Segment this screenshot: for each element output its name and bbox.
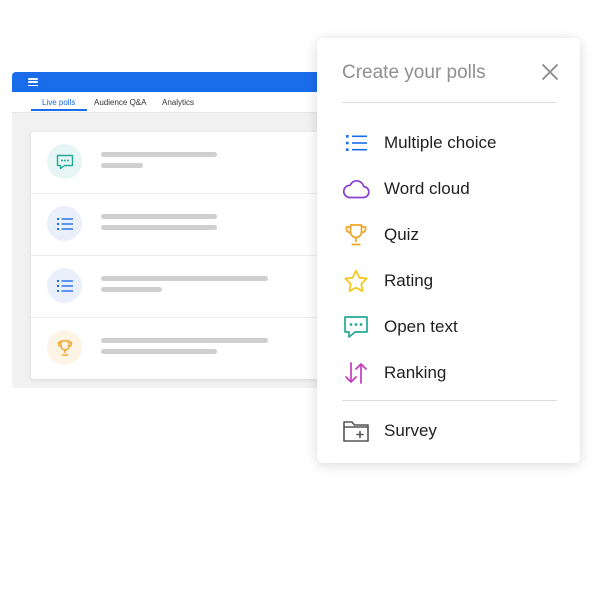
list-icon — [47, 268, 82, 303]
poll-row[interactable] — [31, 318, 342, 379]
placeholder-line — [101, 276, 268, 281]
poll-list — [31, 132, 342, 379]
menu-item-ranking[interactable]: Ranking — [342, 358, 557, 388]
placeholder-line — [101, 338, 268, 343]
folder-plus-icon — [342, 419, 370, 443]
menu-item-label: Quiz — [384, 225, 419, 244]
list-icon — [47, 206, 82, 241]
hamburger-menu-icon[interactable] — [28, 78, 38, 87]
menu-item-open-text[interactable]: Open text — [342, 312, 557, 342]
menu-item-label: Open text — [384, 317, 458, 336]
panel-title: Create your polls — [342, 62, 486, 83]
menu-item-multiple-choice[interactable]: Multiple choice — [342, 128, 557, 158]
app-tabs: Live polls Audience Q&A Analytics — [12, 92, 342, 113]
app-topbar — [12, 72, 342, 92]
stage: Live polls Audience Q&A Analytics Create… — [0, 0, 593, 592]
close-button[interactable] — [539, 61, 561, 83]
menu-item-word-cloud[interactable]: Word cloud — [342, 174, 557, 204]
placeholder-line — [101, 163, 143, 168]
poll-row[interactable] — [31, 132, 342, 194]
tab-analytics[interactable]: Analytics — [162, 98, 194, 108]
poll-row[interactable] — [31, 194, 342, 256]
menu-item-quiz[interactable]: Quiz — [342, 220, 557, 250]
trophy-icon — [342, 223, 370, 247]
tab-live-polls[interactable]: Live polls — [42, 98, 75, 108]
cloud-icon — [342, 177, 370, 201]
tab-audience-qa[interactable]: Audience Q&A — [94, 98, 146, 108]
menu-item-label: Multiple choice — [384, 133, 497, 152]
speech-bubble-icon — [47, 144, 82, 179]
menu-item-label: Ranking — [384, 363, 447, 382]
menu-item-label: Word cloud — [384, 179, 470, 198]
list-icon — [342, 131, 370, 155]
active-tab-indicator — [31, 109, 87, 111]
menu-item-label: Rating — [384, 271, 434, 290]
placeholder-line — [101, 152, 217, 157]
star-icon — [342, 269, 370, 293]
ranking-arrows-icon — [342, 361, 370, 385]
trophy-icon — [47, 330, 82, 365]
placeholder-line — [101, 225, 217, 230]
menu-item-rating[interactable]: Rating — [342, 266, 557, 296]
placeholder-line — [101, 287, 162, 292]
speech-bubble-icon — [342, 315, 370, 339]
close-icon — [542, 64, 558, 80]
menu-item-survey[interactable]: Survey — [342, 416, 557, 446]
app-window: Live polls Audience Q&A Analytics — [12, 72, 342, 388]
placeholder-line — [101, 214, 217, 219]
menu-item-label: Survey — [384, 421, 437, 440]
divider — [342, 102, 557, 103]
divider — [342, 400, 557, 401]
create-polls-panel: Create your polls Multiple choice Word c… — [317, 38, 580, 463]
poll-row[interactable] — [31, 256, 342, 318]
placeholder-line — [101, 349, 217, 354]
